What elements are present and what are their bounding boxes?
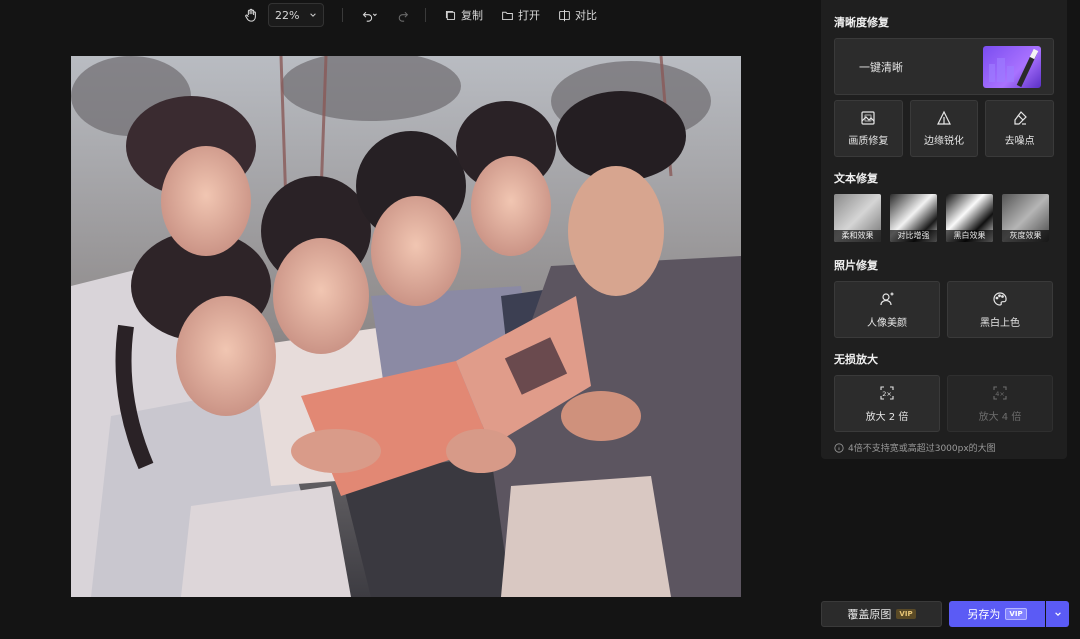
soft-effect-label: 柔和效果 <box>834 230 881 242</box>
colorize-button[interactable]: 黑白上色 <box>947 281 1053 338</box>
compare-label: 对比 <box>575 9 597 22</box>
copy-icon <box>445 10 456 20</box>
undo-icon <box>362 11 377 22</box>
black-white-effect-label: 黑白效果 <box>946 230 993 242</box>
contrast-enhance-label: 对比增强 <box>890 230 937 242</box>
top-toolbar: 22% 复制 打开 对比 <box>240 0 603 30</box>
undo-button[interactable] <box>355 4 385 26</box>
upscale-4x-label: 放大 4 倍 <box>978 411 1022 423</box>
contrast-enhance-thumb[interactable]: 对比增强 <box>890 194 937 242</box>
edge-sharpen-label: 边缘锐化 <box>924 136 964 147</box>
photo-canvas[interactable] <box>71 56 741 597</box>
upscale-tools-row: 2× 放大 2 倍 4× 放大 4 倍 <box>834 375 1054 432</box>
portrait-beauty-icon <box>880 292 894 305</box>
toolbar-divider <box>425 8 426 22</box>
upscale-2x-badge: 2× <box>882 390 892 398</box>
vip-badge: VIP <box>896 609 916 619</box>
toolbar-divider <box>342 8 343 22</box>
upscale-4x-icon: 4× <box>993 385 1007 400</box>
hand-pan-icon[interactable] <box>240 4 262 26</box>
text-effects-row: 柔和效果 对比增强 黑白效果 灰度效果 <box>834 194 1054 242</box>
text-section-title: 文本修复 <box>834 172 878 185</box>
portrait-beauty-button[interactable]: 人像美颜 <box>834 281 940 338</box>
overwrite-original-label: 覆盖原图 <box>847 608 892 621</box>
image-quality-repair-label: 画质修复 <box>848 136 889 147</box>
grayscale-effect-label: 灰度效果 <box>1002 230 1049 242</box>
zoom-select[interactable]: 22% <box>268 3 324 27</box>
upscale-4x-badge: 4× <box>995 390 1005 398</box>
upscale-4x-button[interactable]: 4× 放大 4 倍 <box>947 375 1053 432</box>
portrait-beauty-label: 人像美颜 <box>867 317 907 329</box>
vip-badge: VIP <box>1005 608 1027 620</box>
palette-icon <box>993 291 1007 306</box>
redo-icon <box>398 11 408 22</box>
photo-tools-row: 人像美颜 黑白上色 <box>834 281 1054 338</box>
upscale-2x-button[interactable]: 2× 放大 2 倍 <box>834 375 940 432</box>
upscale-2x-icon: 2× <box>880 385 894 400</box>
info-icon <box>834 442 844 453</box>
one-click-clarity-label: 一键清晰 <box>859 60 903 74</box>
copy-button[interactable]: 复制 <box>438 3 489 27</box>
save-as-dropdown-button[interactable] <box>1046 601 1069 627</box>
denoise-button[interactable]: 去噪点 <box>985 100 1055 157</box>
open-label: 打开 <box>518 9 540 22</box>
soft-effect-thumb[interactable]: 柔和效果 <box>834 194 881 242</box>
edge-sharpen-button[interactable]: 边缘锐化 <box>909 100 979 157</box>
upscale-note: 4倍不支持宽或高超过3000px的大图 <box>834 441 1054 454</box>
image-quality-repair-button[interactable]: 画质修复 <box>834 100 903 157</box>
image-repair-icon <box>861 111 875 125</box>
upscale-note-text: 4倍不支持宽或高超过3000px的大图 <box>848 444 996 454</box>
chevron-down-icon <box>310 13 316 17</box>
one-click-clarity-button[interactable]: 一键清晰 <box>834 38 1054 95</box>
group-photo-image <box>71 56 741 597</box>
sharpen-icon <box>937 110 951 125</box>
magic-wand-icon <box>983 45 1041 88</box>
denoise-label: 去噪点 <box>1004 136 1035 147</box>
grayscale-effect-thumb[interactable]: 灰度效果 <box>1002 194 1049 242</box>
photo-section-title: 照片修复 <box>834 259 878 272</box>
compare-icon <box>559 9 570 21</box>
upscale-section-title: 无损放大 <box>834 353 878 366</box>
save-as-button[interactable]: 另存为 VIP <box>949 601 1045 627</box>
redo-button[interactable] <box>391 4 413 26</box>
folder-icon <box>502 11 513 20</box>
save-as-label: 另存为 <box>967 608 1001 621</box>
chevron-down-icon <box>1054 612 1061 616</box>
compare-button[interactable]: 对比 <box>552 3 603 27</box>
clarity-tools-row: 画质修复 边缘锐化 去噪点 <box>834 100 1055 157</box>
eraser-icon <box>1014 111 1027 125</box>
colorize-label: 黑白上色 <box>980 317 1020 329</box>
side-panel: 清晰度修复 一键清晰 画质修复 边缘锐化 去噪点 文本修复 柔和效果 对比增强 … <box>821 0 1067 459</box>
clarity-section-title: 清晰度修复 <box>834 16 889 29</box>
copy-label: 复制 <box>461 9 483 22</box>
open-button[interactable]: 打开 <box>495 3 546 27</box>
overwrite-original-button[interactable]: 覆盖原图 VIP <box>821 601 942 627</box>
upscale-2x-label: 放大 2 倍 <box>865 411 909 423</box>
zoom-value: 22% <box>275 8 300 22</box>
black-white-effect-thumb[interactable]: 黑白效果 <box>946 194 993 242</box>
